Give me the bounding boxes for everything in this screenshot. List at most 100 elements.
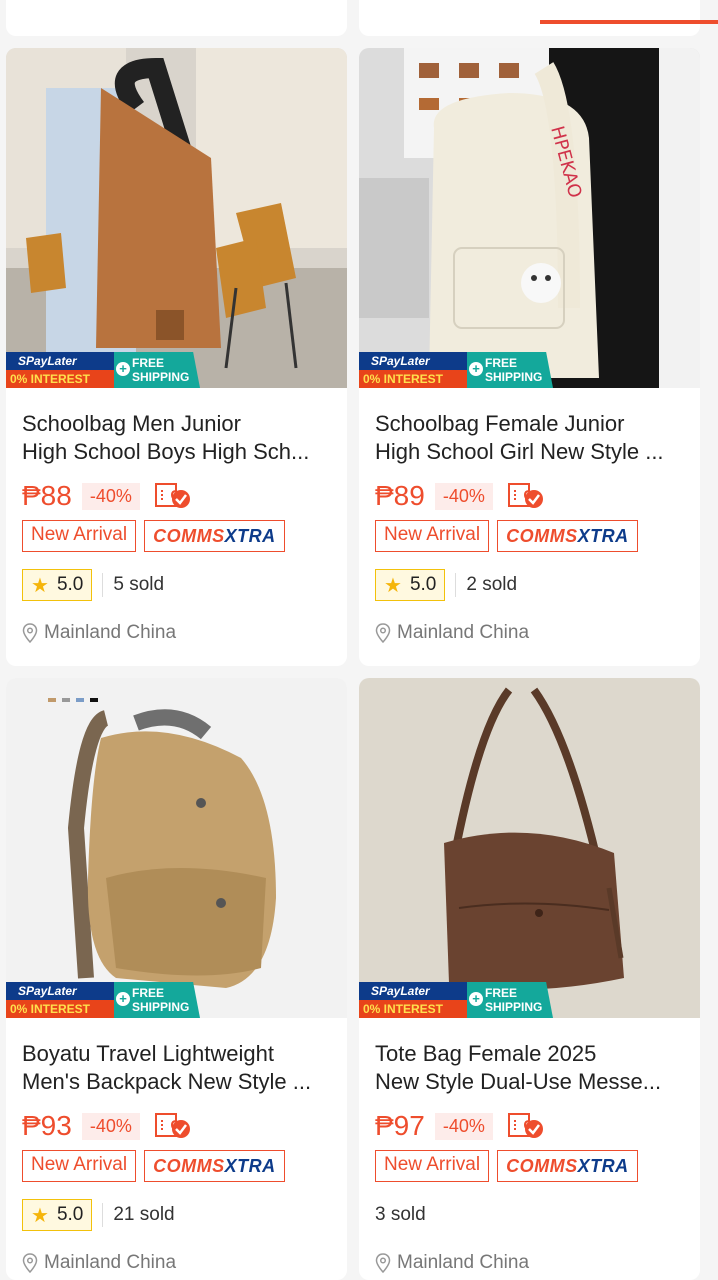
tags-row: New Arrival COMMSXTRA — [359, 1144, 700, 1184]
product-title[interactable]: Tote Bag Female 2025 New Style Dual-Use … — [359, 1018, 700, 1104]
title-line-1: Schoolbag Female Junior — [375, 411, 625, 436]
product-card[interactable]: SPayLater 0% INTEREST + FREE SHIPPING To… — [359, 678, 700, 1280]
shipping-label: SHIPPING — [485, 1000, 543, 1014]
divider — [102, 573, 104, 597]
title-line-1: Schoolbag Men Junior — [22, 411, 241, 436]
voucher-check-icon — [154, 1113, 190, 1138]
comms-text: COMMS — [506, 526, 578, 546]
product-photo: HPEKAO — [359, 48, 700, 388]
rating-row: ★ 5.0 2 sold — [359, 560, 700, 610]
new-arrival-tag: New Arrival — [22, 520, 137, 552]
free-label: FREE — [485, 986, 518, 1000]
commsxtra-tag: COMMSXTRA — [497, 520, 638, 552]
interest-label: 0% INTEREST — [6, 370, 114, 388]
interest-label: 0% INTEREST — [359, 1000, 467, 1018]
star-icon: ★ — [31, 574, 49, 597]
xtra-text: XTRA — [577, 1156, 629, 1176]
price: ₱88 — [22, 480, 72, 511]
tags-row: New Arrival COMMSXTRA — [6, 514, 347, 554]
rating-value: 5.0 — [409, 574, 437, 595]
product-card[interactable]: SPayLater 0% INTEREST + FREE SHIPPING Sc… — [6, 48, 347, 666]
product-card[interactable]: HPEKAO SPayLater 0% INTEREST + FREE SHIP… — [359, 48, 700, 666]
product-title[interactable]: Schoolbag Female Junior High School Girl… — [359, 388, 700, 474]
price: ₱89 — [375, 480, 425, 511]
promo-banner: SPayLater 0% INTEREST + FREE SHIPPING — [6, 982, 200, 1018]
location-text: Mainland China — [397, 622, 530, 643]
rating-badge: ★ 5.0 — [22, 569, 93, 601]
free-shipping-badge: + FREE SHIPPING — [114, 352, 200, 388]
title-line-2: High School Boys High Sch... — [22, 439, 310, 464]
rating-badge: ★ 5.0 — [375, 569, 446, 601]
price: ₱93 — [22, 1110, 72, 1141]
location-pin-icon — [22, 1253, 38, 1273]
product-title[interactable]: Boyatu Travel Lightweight Men's Backpack… — [6, 1018, 347, 1104]
product-photo — [6, 678, 347, 1018]
shipping-label: SHIPPING — [132, 1000, 190, 1014]
product-image[interactable]: SPayLater 0% INTEREST + FREE SHIPPING — [359, 678, 700, 1018]
previous-card-bottom — [359, 0, 700, 36]
plus-icon: + — [116, 992, 130, 1006]
voucher-check-icon — [154, 483, 190, 508]
discount-badge: -40% — [434, 1112, 493, 1140]
rating-row: ★ 5.0 21 sold — [6, 1190, 347, 1240]
tags-row: New Arrival COMMSXTRA — [359, 514, 700, 554]
rating-row: ★ 5.0 5 sold — [6, 560, 347, 610]
spaylater-label: SPayLater — [359, 352, 467, 370]
free-shipping-badge: + FREE SHIPPING — [467, 982, 553, 1018]
shipping-label: SHIPPING — [132, 370, 190, 384]
location-pin-icon — [375, 623, 391, 643]
tags-row: New Arrival COMMSXTRA — [6, 1144, 347, 1184]
product-title[interactable]: Schoolbag Men Junior High School Boys Hi… — [6, 388, 347, 474]
price-row: ₱89 -40% — [359, 474, 700, 514]
plus-icon: + — [116, 362, 130, 376]
location-pin-icon — [375, 1253, 391, 1273]
rating-badge: ★ 5.0 — [22, 1199, 93, 1231]
discount-badge: -40% — [81, 1112, 140, 1140]
free-shipping-badge: + FREE SHIPPING — [467, 352, 553, 388]
rating-value: 5.0 — [56, 1204, 84, 1225]
new-arrival-tag: New Arrival — [22, 1150, 137, 1182]
sold-count: 2 sold — [466, 574, 518, 595]
product-image[interactable]: HPEKAO SPayLater 0% INTEREST + FREE SHIP… — [359, 48, 700, 388]
interest-label: 0% INTEREST — [359, 370, 467, 388]
new-arrival-tag: New Arrival — [375, 1150, 490, 1182]
price-row: ₱97 -40% — [359, 1104, 700, 1144]
voucher-check-icon — [507, 483, 543, 508]
title-line-2: High School Girl New Style ... — [375, 439, 664, 464]
divider — [455, 573, 457, 597]
rating-row: 3 sold — [359, 1190, 700, 1240]
xtra-text: XTRA — [224, 526, 276, 546]
location-pin-icon — [22, 623, 38, 643]
comms-text: COMMS — [153, 1156, 225, 1176]
divider — [102, 1203, 104, 1227]
free-label: FREE — [132, 986, 165, 1000]
spaylater-label: SPayLater — [6, 982, 114, 1000]
free-shipping-badge: + FREE SHIPPING — [114, 982, 200, 1018]
product-card[interactable]: SPayLater 0% INTEREST + FREE SHIPPING Bo… — [6, 678, 347, 1280]
title-line-1: Boyatu Travel Lightweight — [22, 1041, 274, 1066]
free-label: FREE — [132, 356, 165, 370]
promo-banner: SPayLater 0% INTEREST + FREE SHIPPING — [6, 352, 200, 388]
interest-label: 0% INTEREST — [6, 1000, 114, 1018]
discount-badge: -40% — [81, 482, 140, 510]
price-row: ₱88 -40% — [6, 474, 347, 514]
sold-count: 21 sold — [113, 1204, 175, 1225]
location-row: Mainland China — [6, 610, 347, 656]
voucher-check-icon — [507, 1113, 543, 1138]
product-image[interactable]: SPayLater 0% INTEREST + FREE SHIPPING — [6, 678, 347, 1018]
tab-indicator — [540, 20, 718, 24]
title-line-2: New Style Dual-Use Messe... — [375, 1069, 662, 1094]
title-line-1: Tote Bag Female 2025 — [375, 1041, 597, 1066]
plus-icon: + — [469, 362, 483, 376]
star-icon: ★ — [31, 1204, 49, 1227]
comms-text: COMMS — [506, 1156, 578, 1176]
product-image[interactable]: SPayLater 0% INTEREST + FREE SHIPPING — [6, 48, 347, 388]
commsxtra-tag: COMMSXTRA — [144, 520, 285, 552]
commsxtra-tag: COMMSXTRA — [144, 1150, 285, 1182]
location-row: Mainland China — [6, 1240, 347, 1280]
shipping-label: SHIPPING — [485, 370, 543, 384]
new-arrival-tag: New Arrival — [375, 520, 490, 552]
product-photo — [6, 48, 347, 388]
price-row: ₱93 -40% — [6, 1104, 347, 1144]
previous-card-bottom — [6, 0, 347, 36]
